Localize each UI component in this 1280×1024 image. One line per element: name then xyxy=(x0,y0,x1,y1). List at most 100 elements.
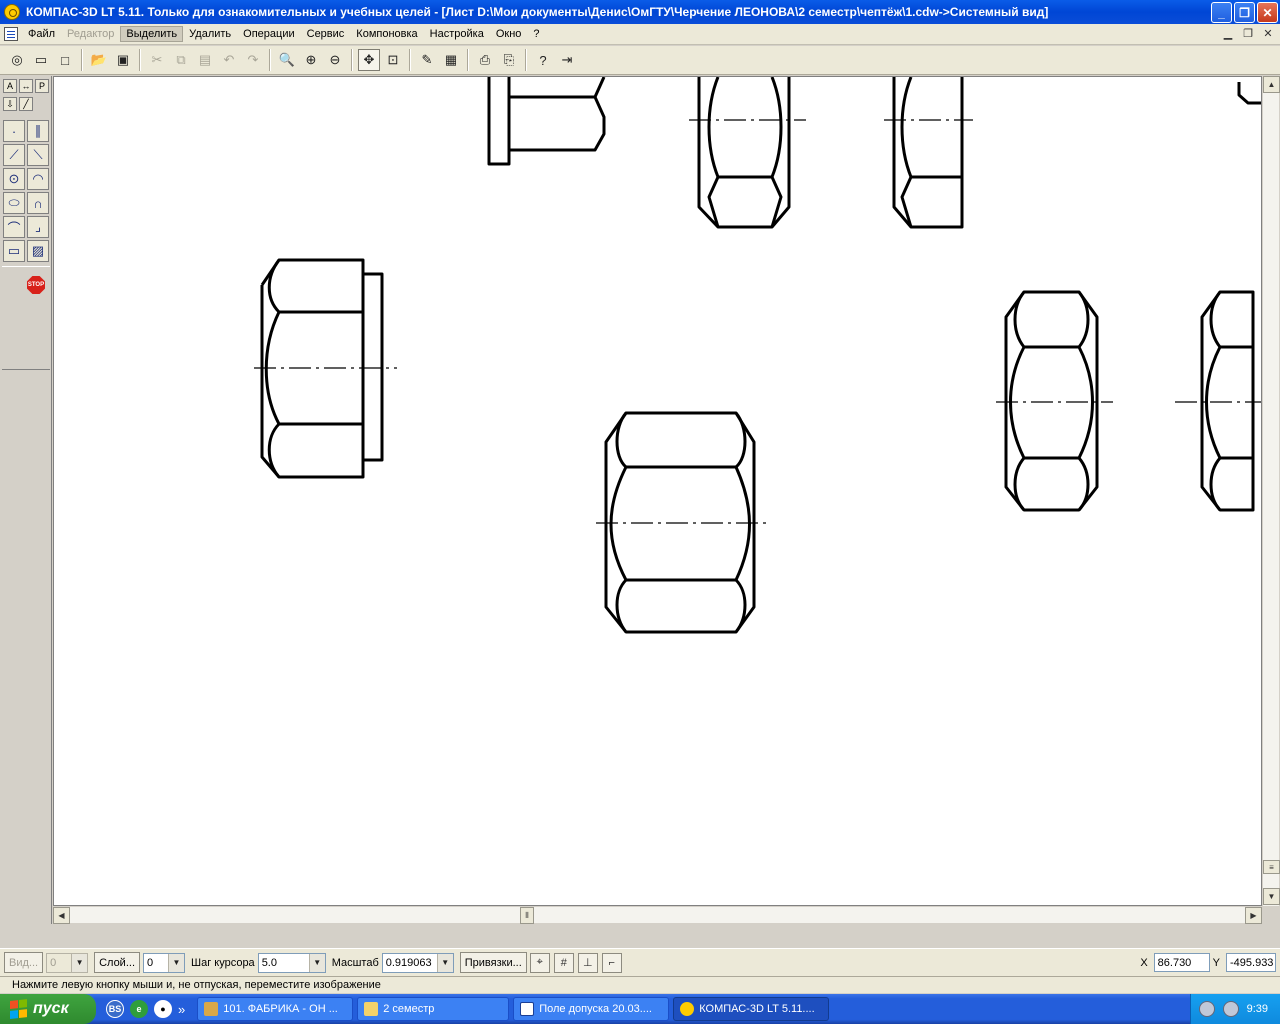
rectangle-icon[interactable]: ▭ xyxy=(3,240,25,262)
kompas-app-icon[interactable] xyxy=(4,4,20,20)
scroll-up-icon[interactable]: ▲ xyxy=(1263,76,1280,93)
y-field[interactable]: -495.933 xyxy=(1226,953,1276,972)
horizontal-scrollbar[interactable]: ◀ ⦀ ▶ xyxy=(53,906,1262,924)
redraw-icon[interactable]: ✎ xyxy=(416,49,438,71)
view-select[interactable]: 0 ▼ xyxy=(46,952,89,973)
task-kompas[interactable]: КОМПАС-3D LT 5.11.... xyxy=(673,997,830,1021)
horizontal-scroll-thumb[interactable]: ⦀ xyxy=(520,907,534,924)
chamfer-icon[interactable]: ⌟ xyxy=(27,216,49,238)
start-button[interactable]: пуск xyxy=(0,994,96,1024)
stop-button[interactable]: STOP xyxy=(25,274,47,296)
exit-icon[interactable]: ⇥ xyxy=(556,49,578,71)
zoom-window-icon[interactable]: 🔍 xyxy=(276,49,298,71)
ellipse-icon[interactable]: ⬭ xyxy=(3,192,25,214)
browser-icon[interactable]: e xyxy=(130,1000,148,1018)
clock[interactable]: 9:39 xyxy=(1247,1003,1268,1015)
menu-file[interactable]: Файл xyxy=(22,26,61,42)
menu-editor[interactable]: Редактор xyxy=(61,26,120,42)
ortho-mode-icon[interactable]: ⌐ xyxy=(601,952,622,973)
snap-settings-icon[interactable]: ⌖ xyxy=(529,952,550,973)
doc-close-icon[interactable]: ✕ xyxy=(1260,27,1276,40)
param-tab-icon[interactable]: P xyxy=(35,79,49,93)
grid-icon[interactable]: # xyxy=(553,952,574,973)
quicklaunch-app-icon[interactable]: BS xyxy=(106,1000,124,1018)
bezier-icon[interactable]: ∩ xyxy=(27,192,49,214)
print-icon[interactable]: ⎘ xyxy=(498,49,520,71)
menu-select[interactable]: Выделить xyxy=(120,26,184,42)
library-icon[interactable]: ◎ xyxy=(6,49,28,71)
task-word[interactable]: Поле допуска 20.03.... xyxy=(513,997,670,1021)
hatch-icon[interactable]: ▨ xyxy=(27,240,49,262)
menu-layout[interactable]: Компоновка xyxy=(350,26,423,42)
toolbar-separator xyxy=(351,49,353,71)
circle-icon[interactable]: ⊙ xyxy=(3,168,25,190)
snaps-button[interactable]: Привязки... xyxy=(459,952,527,973)
document-icon[interactable] xyxy=(4,27,18,41)
cut-icon[interactable]: ✂ xyxy=(146,49,168,71)
text-tab-icon[interactable]: A xyxy=(3,79,17,93)
redo-icon[interactable]: ↷ xyxy=(242,49,264,71)
scroll-left-icon[interactable]: ◀ xyxy=(53,907,70,924)
task-label: 2 семестр xyxy=(383,1003,435,1015)
layer-button[interactable]: Слой... xyxy=(94,952,140,973)
menu-help[interactable]: ? xyxy=(527,26,545,42)
open-folder-icon[interactable]: 📂 xyxy=(88,49,110,71)
doc-restore-icon[interactable]: ❐ xyxy=(1240,27,1256,40)
menu-settings[interactable]: Настройка xyxy=(424,26,490,42)
scroll-down-icon[interactable]: ▼ xyxy=(1263,888,1280,905)
undo-icon[interactable]: ↶ xyxy=(218,49,240,71)
menu-operations[interactable]: Операции xyxy=(237,26,300,42)
scroll-right-icon[interactable]: ▶ xyxy=(1245,907,1262,924)
measure-tab-icon[interactable]: ⇩ xyxy=(3,97,17,111)
vertical-scroll-thumb[interactable]: ≡ xyxy=(1263,860,1280,874)
view-button[interactable]: Вид... xyxy=(4,952,44,973)
arc-icon[interactable]: ◠ xyxy=(27,168,49,190)
x-field[interactable]: 86.730 xyxy=(1153,953,1210,972)
zoom-out-icon[interactable]: ⊖ xyxy=(324,49,346,71)
panda-icon[interactable]: ● xyxy=(154,1000,172,1018)
scale-select[interactable]: 0.919063 ▼ xyxy=(381,952,454,973)
toolbar-separator xyxy=(525,49,527,71)
menu-delete[interactable]: Удалить xyxy=(183,26,237,42)
tray-arrow-icon[interactable] xyxy=(1198,1001,1215,1017)
restore-button[interactable]: ❐ xyxy=(1234,2,1255,23)
minimize-button[interactable]: _ xyxy=(1211,2,1232,23)
drawing-canvas[interactable] xyxy=(53,76,1262,906)
sheet-format-icon[interactable]: ▦ xyxy=(440,49,462,71)
menu-service[interactable]: Сервис xyxy=(301,26,351,42)
show-all-icon[interactable]: ⊡ xyxy=(382,49,404,71)
chevron-down-icon[interactable]: ▼ xyxy=(71,953,88,972)
copy-icon[interactable]: ⧉ xyxy=(170,49,192,71)
chevron-down-icon[interactable]: ▼ xyxy=(308,953,325,972)
save-icon[interactable]: ▣ xyxy=(112,49,134,71)
geometry-tab-icon[interactable]: ╱ xyxy=(19,97,33,111)
task-fabrika[interactable]: 101. ФАБРИКА - ОН ... xyxy=(197,997,354,1021)
vertical-scrollbar[interactable]: ▲ ≡ ▼ xyxy=(1262,76,1280,906)
new-sheet-icon[interactable]: ▭ xyxy=(30,49,52,71)
doc-minimize-icon[interactable]: ▁ xyxy=(1220,27,1236,40)
menu-window[interactable]: Окно xyxy=(490,26,528,42)
close-button[interactable]: ✕ xyxy=(1257,2,1278,23)
chevron-down-icon[interactable]: ▼ xyxy=(436,953,453,972)
local-cs-icon[interactable]: ⊥ xyxy=(577,952,598,973)
auxiliary-line-icon[interactable]: ∥ xyxy=(27,120,49,142)
paste-icon[interactable]: ▤ xyxy=(194,49,216,71)
pan-icon[interactable]: ✥ xyxy=(358,49,380,71)
tray-network-icon[interactable] xyxy=(1222,1001,1239,1017)
quicklaunch-more[interactable]: » xyxy=(178,1002,185,1017)
print-preview-icon[interactable]: ⎙ xyxy=(474,49,496,71)
nut-center xyxy=(596,411,766,634)
segment-icon[interactable]: ⟋ xyxy=(3,144,25,166)
dimension-tab-icon[interactable]: ↔ xyxy=(19,79,33,93)
cursor-step-select[interactable]: 5.0 ▼ xyxy=(257,952,326,973)
context-help-icon[interactable]: ? xyxy=(532,49,554,71)
zoom-in-icon[interactable]: ⊕ xyxy=(300,49,322,71)
task-folder[interactable]: 2 семестр xyxy=(357,997,510,1021)
kompas-icon xyxy=(680,1002,695,1016)
new-document-icon[interactable]: □ xyxy=(54,49,76,71)
chevron-down-icon[interactable]: ▼ xyxy=(168,953,184,972)
fillet-icon[interactable]: ⌒ xyxy=(3,216,25,238)
polyline-icon[interactable]: ⟍ xyxy=(27,144,49,166)
layer-select[interactable]: 0 ▼ xyxy=(143,952,185,973)
point-icon[interactable]: · xyxy=(3,120,25,142)
